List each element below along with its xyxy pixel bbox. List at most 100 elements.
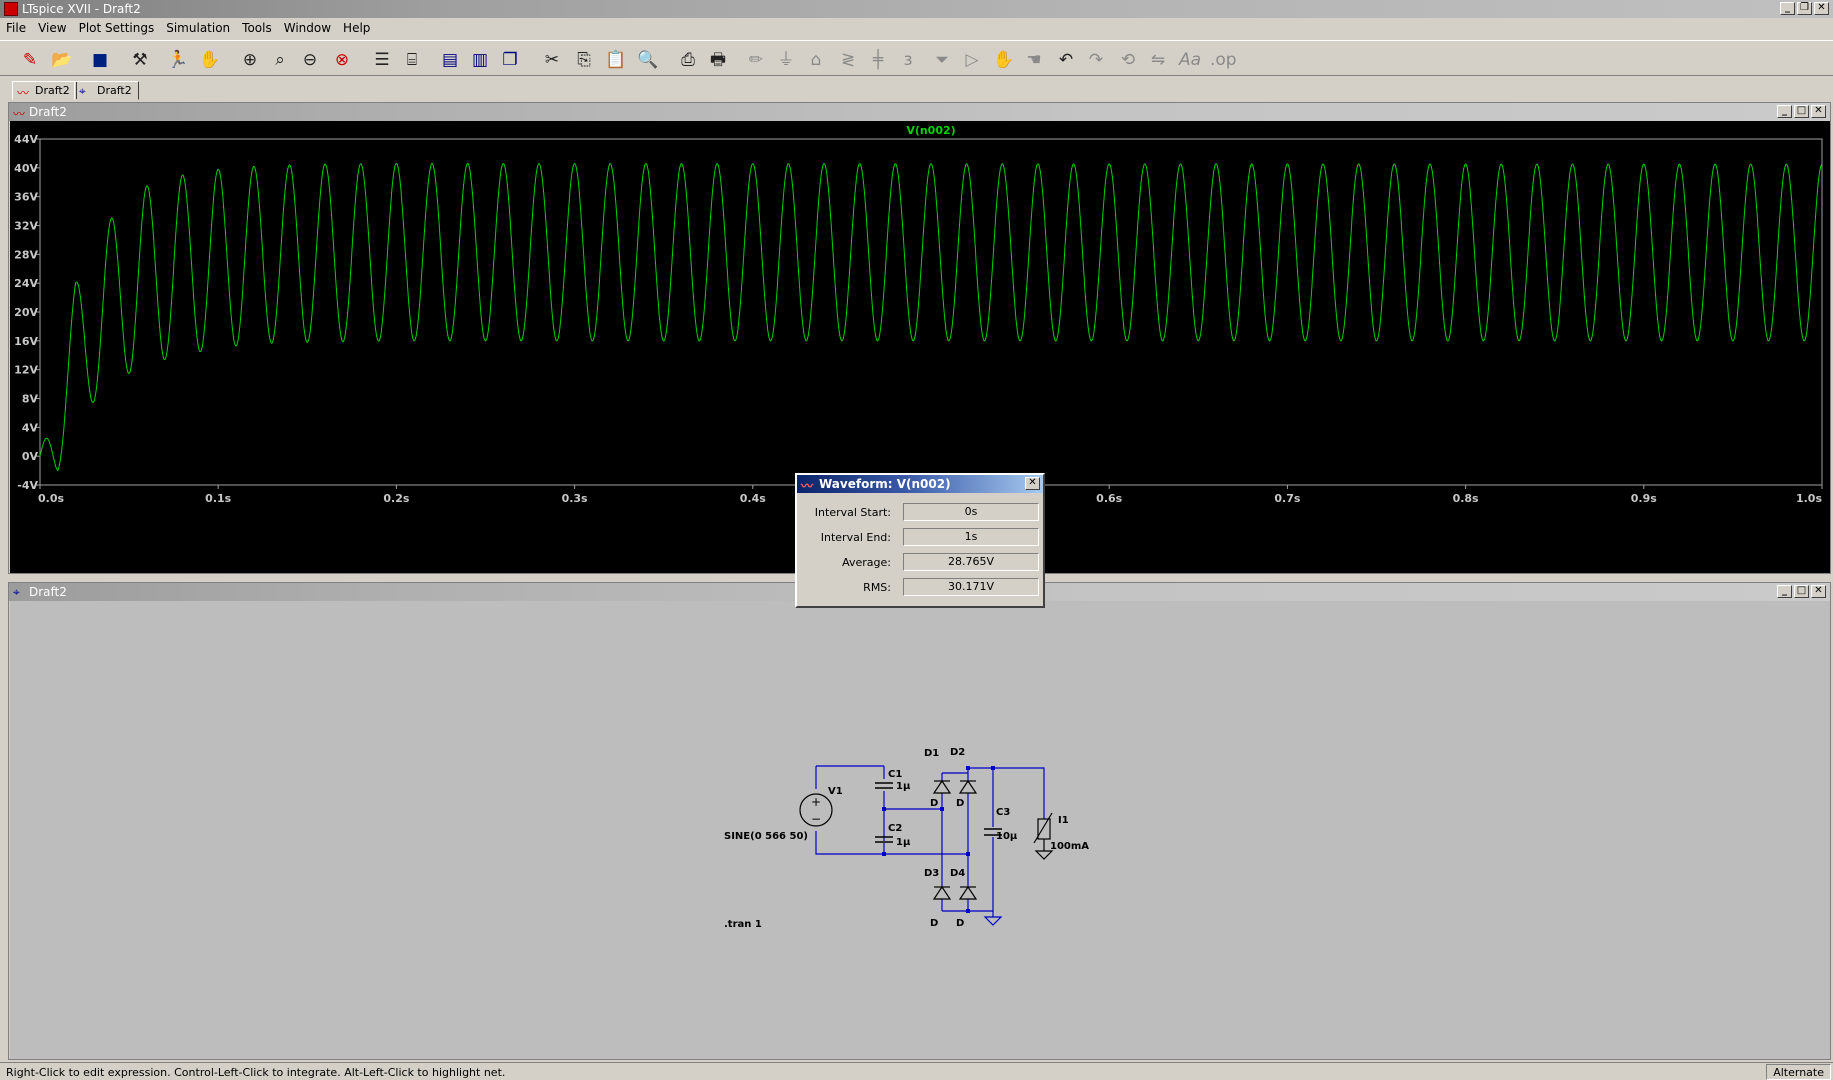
diode-d1[interactable]: D1 D [924, 748, 952, 809]
close-icon[interactable]: ✕ [1811, 585, 1826, 598]
x-tick-label: 0.0s [38, 492, 64, 505]
menu-view[interactable]: View [38, 21, 66, 35]
diode-d3[interactable]: D3 D [924, 868, 952, 929]
control-panel-icon[interactable]: ⚒ [128, 48, 152, 72]
halt-icon[interactable]: ✋ [198, 48, 222, 72]
menu-file[interactable]: File [6, 21, 26, 35]
average-row: Average: 28.765V [797, 552, 1043, 572]
autorange-icon[interactable]: ☰ [370, 48, 394, 72]
close-icon[interactable]: ✕ [1811, 105, 1826, 118]
capacitor-c2[interactable]: C2 1µ [875, 823, 911, 848]
menu-simulation[interactable]: Simulation [166, 21, 230, 35]
zoom-pan-icon[interactable]: ⌕ [268, 48, 292, 72]
cut-icon[interactable]: ✂ [540, 48, 564, 72]
diode-icon[interactable]: ⏷ [930, 48, 954, 72]
zoom-out-icon[interactable]: ⊖ [298, 48, 322, 72]
trace-name: V(n002) [906, 124, 955, 137]
tile-vertical-icon[interactable]: ▥ [468, 48, 492, 72]
status-bar: Right-Click to edit expression. Control-… [0, 1062, 1833, 1080]
capacitor-c3[interactable]: C3 10µ [984, 807, 1018, 842]
minimize-icon[interactable]: _ [1777, 585, 1792, 598]
voltage-source-v1[interactable]: + − V1 SINE(0 566 50) [724, 786, 843, 842]
diode-d2[interactable]: D2 D [950, 747, 978, 809]
rotate-icon[interactable]: ⟲ [1116, 48, 1140, 72]
draw-wire-icon[interactable]: ✏ [744, 48, 768, 72]
interval-start-field[interactable]: 0s [903, 503, 1039, 521]
capacitor-icon[interactable]: ╪ [866, 48, 890, 72]
maximize-icon[interactable]: □ [1794, 585, 1809, 598]
d1-label: D1 [924, 748, 939, 759]
open-icon[interactable]: 📂 [50, 48, 74, 72]
zoom-in-icon[interactable]: ⊕ [238, 48, 262, 72]
waveform-pane-title-bar[interactable]: 〰 Draft2 _ □ ✕ [9, 103, 1830, 121]
inductor-icon[interactable]: ɜ [896, 48, 920, 72]
paste-icon[interactable]: 📋 [604, 48, 628, 72]
redo-icon[interactable]: ↷ [1084, 48, 1108, 72]
label-net-icon[interactable]: ⌂ [804, 48, 828, 72]
v1-value: SINE(0 566 50) [724, 831, 808, 842]
tab-schematic-draft2[interactable]: ⌖ Draft2 [74, 81, 139, 100]
mirror-icon[interactable]: ⇋ [1146, 48, 1170, 72]
ltspice-app-icon [4, 2, 18, 16]
minimize-icon[interactable]: _ [1777, 105, 1792, 118]
tab-waveform-draft2[interactable]: 〰 Draft2 [12, 81, 77, 100]
c2-label: C2 [888, 823, 902, 834]
d4-label: D4 [950, 868, 965, 879]
menu-tools[interactable]: Tools [242, 21, 272, 35]
d3-model: D [930, 918, 938, 929]
schematic-canvas[interactable]: + − V1 SINE(0 566 50) C1 1µ C2 1µ C3 10µ… [10, 601, 1830, 1059]
ground-icon[interactable]: ⏚ [774, 48, 798, 72]
document-tab-bar: 〰 Draft2 ⌖ Draft2 [0, 80, 1833, 100]
drag-icon[interactable]: ☚ [1022, 48, 1046, 72]
resistor-icon[interactable]: ≷ [836, 48, 860, 72]
schematic-tab-icon: ⌖ [79, 84, 86, 98]
y-tick-label: 40V [14, 162, 38, 175]
waveform-dialog-icon: 〰 [801, 479, 814, 493]
menu-window[interactable]: Window [284, 21, 331, 35]
ground-symbol [983, 916, 1003, 926]
y-tick-label: 20V [14, 306, 38, 319]
svg-text:+: + [811, 795, 821, 809]
print-icon[interactable]: 🖶 [706, 48, 730, 72]
diode-d4[interactable]: D4 D [950, 868, 978, 929]
undo-icon[interactable]: ↶ [1054, 48, 1078, 72]
d3-label: D3 [924, 868, 939, 879]
spice-directive[interactable]: .tran 1 [724, 919, 762, 930]
x-tick-label: 0.3s [562, 492, 588, 505]
interval-end-label: Interval End: [820, 531, 891, 544]
component-icon[interactable]: ▷ [960, 48, 984, 72]
find-icon[interactable]: 🔍 [636, 48, 660, 72]
close-icon[interactable]: ✕ [1814, 2, 1829, 15]
restore-icon[interactable]: ❐ [1797, 2, 1812, 15]
wire [968, 837, 994, 912]
copy-icon[interactable]: ⎘ [572, 48, 596, 72]
status-mode: Alternate [1766, 1064, 1831, 1080]
wire [815, 831, 884, 855]
print-setup-icon[interactable]: ⎙ [676, 48, 700, 72]
add-trace-icon[interactable]: ⌸ [400, 48, 424, 72]
dialog-title-bar[interactable]: 〰 Waveform: V(n002) ✕ [797, 475, 1043, 493]
new-schematic-icon[interactable]: ✎ [18, 48, 42, 72]
tile-horizontal-icon[interactable]: ▤ [438, 48, 462, 72]
close-icon[interactable]: ✕ [1025, 477, 1040, 490]
d1-model: D [930, 798, 938, 809]
menu-plot-settings[interactable]: Plot Settings [79, 21, 155, 35]
x-tick-label: 0.8s [1453, 492, 1479, 505]
menu-help[interactable]: Help [343, 21, 370, 35]
text-icon[interactable]: Aa [1178, 48, 1202, 72]
series-line-v-n002 [39, 162, 1823, 472]
move-icon[interactable]: ✋ [992, 48, 1016, 72]
cascade-icon[interactable]: ❐ [498, 48, 522, 72]
maximize-icon[interactable]: □ [1794, 105, 1809, 118]
interval-end-field[interactable]: 1s [903, 528, 1039, 546]
capacitor-c1[interactable]: C1 1µ [875, 769, 911, 792]
minimize-icon[interactable]: _ [1780, 2, 1795, 15]
run-icon[interactable]: 🏃 [166, 48, 190, 72]
schematic-pane-title: Draft2 [29, 585, 67, 599]
save-icon[interactable]: ■ [88, 48, 112, 72]
zoom-cancel-icon[interactable]: ⊗ [330, 48, 354, 72]
schematic-drawing[interactable]: + − V1 SINE(0 566 50) C1 1µ C2 1µ C3 10µ… [10, 601, 1830, 1059]
app-title-bar[interactable]: LTspice XVII - Draft2 _ ❐ ✕ [0, 0, 1833, 18]
spice-directive-icon[interactable]: .op [1210, 48, 1237, 72]
current-source-i1[interactable]: I1 100mA [1033, 812, 1089, 860]
